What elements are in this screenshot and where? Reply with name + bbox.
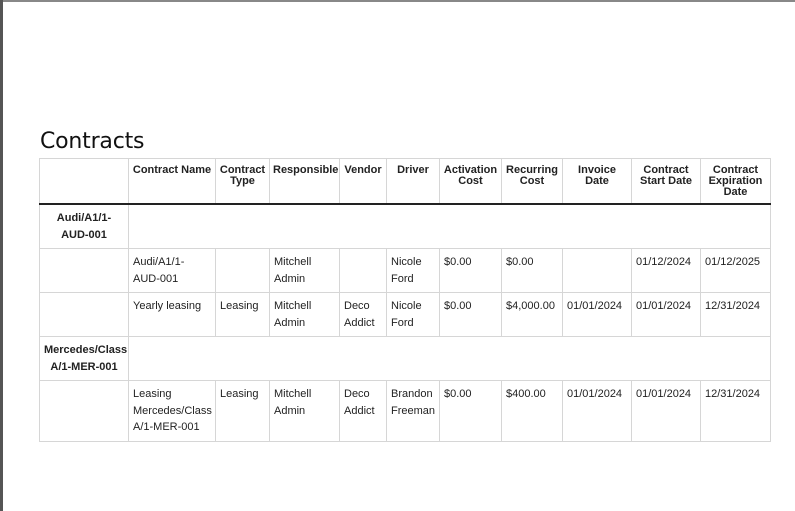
cell-invoice-date: 01/01/2024 [562, 380, 632, 442]
header-contract-type: Contract Type [215, 158, 270, 205]
group-row: Audi/A1/1-AUD-001 [39, 203, 771, 249]
cell-contract-type [215, 248, 270, 293]
window-left-edge [0, 0, 3, 511]
cell-activation-cost: $0.00 [439, 248, 502, 293]
cell-expiration-date: 12/31/2024 [700, 292, 771, 337]
header-responsible: Responsible [269, 158, 340, 205]
row-indent-cell [39, 292, 129, 337]
cell-contract-name: Leasing Mercedes/Class A/1-MER-001 [128, 380, 216, 442]
cell-responsible: Mitchell Admin [269, 292, 340, 337]
table-row: Audi/A1/1-AUD-001 Mitchell Admin Nicole … [39, 248, 771, 293]
row-indent-cell [39, 380, 129, 442]
table-row: Leasing Mercedes/Class A/1-MER-001 Leasi… [39, 380, 771, 442]
cell-vendor: Deco Addict [339, 380, 387, 442]
cell-expiration-date: 01/12/2025 [700, 248, 771, 293]
cell-contract-name: Yearly leasing [128, 292, 216, 337]
contracts-table: Contract Name Contract Type Responsible … [39, 158, 771, 442]
table-row: Yearly leasing Leasing Mitchell Admin De… [39, 292, 771, 337]
cell-responsible: Mitchell Admin [269, 248, 340, 293]
cell-contract-type: Leasing [215, 380, 270, 442]
row-indent-cell [39, 248, 129, 293]
header-recurring-cost: Recurring Cost [501, 158, 563, 205]
group-filler [128, 203, 771, 249]
header-invoice-date: Invoice Date [562, 158, 632, 205]
cell-vendor: Deco Addict [339, 292, 387, 337]
cell-start-date: 01/01/2024 [631, 292, 701, 337]
header-driver: Driver [386, 158, 440, 205]
group-filler [128, 336, 771, 381]
group-row: Mercedes/Class A/1-MER-001 [39, 336, 771, 381]
header-activation-cost: Activation Cost [439, 158, 502, 205]
cell-invoice-date: 01/01/2024 [562, 292, 632, 337]
table-header-row: Contract Name Contract Type Responsible … [39, 158, 771, 205]
cell-contract-type: Leasing [215, 292, 270, 337]
header-start-date: Contract Start Date [631, 158, 701, 205]
header-expiration-date: Contract Expiration Date [700, 158, 771, 205]
group-name: Audi/A1/1-AUD-001 [39, 203, 129, 249]
cell-driver: Brandon Freeman [386, 380, 440, 442]
cell-driver: Nicole Ford [386, 292, 440, 337]
cell-recurring-cost: $4,000.00 [501, 292, 563, 337]
header-contract-name: Contract Name [128, 158, 216, 205]
cell-invoice-date [562, 248, 632, 293]
window-top-edge [0, 0, 795, 2]
page-title: Contracts [40, 129, 145, 154]
cell-start-date: 01/12/2024 [631, 248, 701, 293]
cell-activation-cost: $0.00 [439, 292, 502, 337]
group-name: Mercedes/Class A/1-MER-001 [39, 336, 129, 381]
cell-recurring-cost: $0.00 [501, 248, 563, 293]
cell-activation-cost: $0.00 [439, 380, 502, 442]
cell-responsible: Mitchell Admin [269, 380, 340, 442]
header-group [39, 158, 129, 205]
cell-contract-name: Audi/A1/1-AUD-001 [128, 248, 216, 293]
cell-recurring-cost: $400.00 [501, 380, 563, 442]
cell-start-date: 01/01/2024 [631, 380, 701, 442]
cell-driver: Nicole Ford [386, 248, 440, 293]
cell-vendor [339, 248, 387, 293]
header-vendor: Vendor [339, 158, 387, 205]
cell-expiration-date: 12/31/2024 [700, 380, 771, 442]
